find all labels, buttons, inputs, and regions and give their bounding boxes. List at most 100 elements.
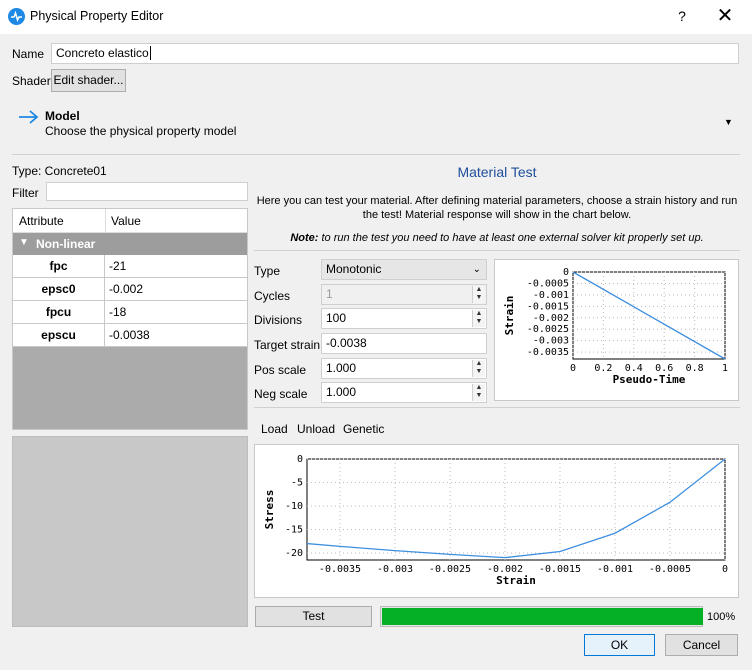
y-tick-label: -0.002 [533, 313, 569, 324]
table-row[interactable]: fpc -21 [13, 255, 247, 278]
group-row-nonlinear[interactable]: ▼ Non-linear [13, 233, 247, 255]
attribute-value[interactable]: -21 [109, 255, 126, 277]
spin-arrows-icon: ▲ ▼ [472, 286, 485, 303]
test-button[interactable]: Test [255, 606, 372, 627]
column-header-attribute[interactable]: Attribute [19, 214, 64, 228]
pos-scale-label: Pos scale [254, 363, 307, 377]
chevron-down-icon: ⌄ [472, 264, 481, 275]
column-header-value[interactable]: Value [111, 214, 141, 228]
y-tick-label: -0.0025 [527, 324, 569, 335]
model-title: Model [45, 109, 80, 123]
strain-chart-svg: 0 0.2 0.4 0.6 0.8 10-0.0005-0.001-0.0015-0.00… [503, 267, 728, 386]
expand-arrow-icon[interactable]: ▼ [19, 237, 29, 248]
strain-history-chart: 0 0.2 0.4 0.6 0.8 1 0 -0.0005 -0.001 -0.0015 -0.00… [494, 259, 739, 401]
material-type-label: Type: Concrete01 [12, 164, 107, 178]
name-input[interactable]: Concreto elastico [51, 43, 739, 64]
divisions-label: Divisions [254, 313, 303, 327]
attribute-name: fpcu [13, 301, 105, 323]
progress-percent: 100% [707, 611, 736, 623]
description-panel [12, 436, 248, 627]
attribute-name: epsc0 [13, 278, 105, 300]
cycles-spinbox: 1 ▲ ▼ [321, 284, 487, 305]
stress-strain-chart: -0.0035 -0.003 -0.0025 -0.002 -0.0015 -0.001-… [254, 444, 739, 598]
attribute-table: Attribute Value ▼ Non-linear fpc -21 eps… [12, 208, 248, 430]
target-strain-label: Target strain [254, 338, 321, 352]
spin-arrows-icon[interactable]: ▲ ▼ [472, 360, 485, 377]
table-row[interactable]: fpcu -18 [13, 301, 247, 324]
x-tick-label: 0.8 [686, 363, 704, 374]
table-header: Attribute Value [13, 209, 247, 233]
neg-scale-spinbox[interactable]: 1.000 ▲ ▼ [321, 382, 487, 403]
spin-arrows-icon[interactable]: ▲ ▼ [472, 310, 485, 327]
divider [12, 154, 740, 155]
caret-down-icon[interactable]: ▼ [724, 117, 733, 127]
model-subtitle: Choose the physical property model [45, 124, 237, 138]
type-select[interactable]: Monotonic ⌄ [321, 259, 487, 280]
plot-frame [306, 458, 726, 561]
x-axis-label: Strain [496, 574, 536, 587]
y-tick-label: -0.003 [533, 336, 569, 347]
x-tick-label: -0.0035 [319, 564, 361, 575]
divisions-spinbox[interactable]: 100 ▲ ▼ [321, 308, 487, 329]
window-title: Physical Property Editor [30, 9, 164, 23]
tab-genetic[interactable]: Genetic [343, 422, 384, 436]
filter-input[interactable] [46, 182, 248, 201]
group-label: Non-linear [36, 237, 96, 251]
x-tick-label: -0.0025 [429, 564, 471, 575]
material-test-description: Here you can test your material. After d… [256, 195, 738, 221]
attribute-value[interactable]: -18 [109, 301, 126, 323]
x-tick-label: 0 [722, 564, 728, 575]
edit-shader-button[interactable]: Edit shader... [51, 69, 126, 92]
attribute-value[interactable]: -0.0038 [109, 324, 150, 346]
name-label: Name [12, 47, 45, 61]
attribute-name: epscu [13, 324, 105, 346]
note-text: Note: to run the test you need to have a… [254, 232, 740, 244]
target-strain-input[interactable]: -0.0038 [321, 333, 487, 354]
spin-arrows-icon[interactable]: ▲ ▼ [472, 384, 485, 401]
x-tick-label: -0.003 [377, 564, 413, 575]
material-test-title: Material Test [457, 164, 537, 180]
table-row[interactable]: epscu -0.0038 [13, 324, 247, 347]
x-tick-label: 0.2 [594, 363, 612, 374]
y-tick-label: 0 [563, 267, 569, 278]
progress-fill [382, 608, 703, 625]
y-axis-label: Stress [263, 490, 276, 530]
y-tick-label: -0.0015 [527, 301, 569, 312]
x-tick-label: 0 [570, 363, 576, 374]
y-tick-label: -20 [285, 548, 303, 559]
tab-load[interactable]: Load [261, 422, 288, 436]
stress-chart-svg: -0.0035 -0.003 -0.0025 -0.002 -0.0015 -0.001-… [263, 454, 728, 587]
note-bold: Note: [290, 232, 319, 244]
y-tick-label: -5 [291, 477, 303, 488]
type-label: Type [254, 264, 281, 278]
x-tick-label: -0.0015 [539, 564, 581, 575]
x-tick-label: -0.0005 [649, 564, 691, 575]
y-tick-label: -0.0035 [527, 347, 569, 358]
neg-scale-label: Neg scale [254, 387, 308, 401]
tab-unload[interactable]: Unload [297, 422, 335, 436]
x-tick-label: 1 [722, 363, 728, 374]
progress-bar [380, 606, 703, 627]
filter-label: Filter [12, 186, 39, 200]
shader-label: Shader [12, 74, 51, 88]
help-button[interactable]: ? [672, 6, 692, 26]
cancel-button[interactable]: Cancel [665, 634, 738, 656]
y-axis-label: Strain [503, 296, 516, 336]
x-tick-label: -0.001 [597, 564, 633, 575]
y-tick-label: -0.001 [533, 290, 569, 301]
attribute-value[interactable]: -0.002 [109, 278, 143, 300]
close-button[interactable]: ✕ [712, 5, 738, 27]
series-line [572, 271, 726, 360]
arrow-right-icon [18, 109, 40, 128]
app-logo-icon [8, 8, 25, 25]
x-axis-label: Pseudo-Time [613, 373, 686, 386]
ok-button[interactable]: OK [584, 634, 655, 656]
model-selector[interactable] [0, 99, 752, 146]
divider [254, 250, 740, 251]
series-line [306, 458, 726, 559]
pos-scale-spinbox[interactable]: 1.000 ▲ ▼ [321, 358, 487, 379]
table-row[interactable]: epsc0 -0.002 [13, 278, 247, 301]
y-tick-label: -15 [285, 524, 303, 535]
y-tick-label: 0 [297, 454, 303, 465]
y-tick-label: -0.0005 [527, 278, 569, 289]
